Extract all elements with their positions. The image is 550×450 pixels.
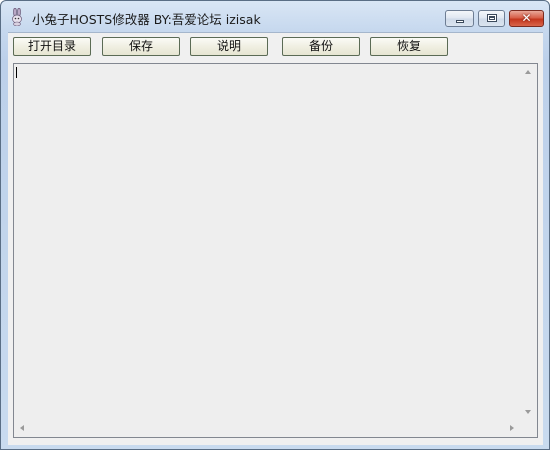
open-directory-button[interactable]: 打开目录: [13, 37, 91, 56]
window-title: 小兔子HOSTS修改器 BY:吾爱论坛 izisak: [32, 12, 261, 27]
scroll-right-icon[interactable]: [510, 425, 514, 431]
hosts-editor[interactable]: [13, 63, 538, 438]
backup-button[interactable]: 备份: [282, 37, 360, 56]
vertical-scrollbar[interactable]: [520, 64, 537, 420]
horizontal-scrollbar[interactable]: [14, 420, 520, 437]
scroll-up-icon[interactable]: [525, 70, 531, 74]
scrollbar-corner: [520, 420, 537, 437]
app-window: 小兔子HOSTS修改器 BY:吾爱论坛 izisak ✕ 打开目录 保存 说明 …: [0, 0, 550, 450]
help-button[interactable]: 说明: [190, 37, 268, 56]
scroll-left-icon[interactable]: [20, 425, 24, 431]
title-bar[interactable]: 小兔子HOSTS修改器 BY:吾爱论坛 izisak ✕: [1, 1, 549, 31]
minimize-button[interactable]: [445, 10, 474, 27]
restore-button[interactable]: 恢复: [370, 37, 448, 56]
hosts-text-area[interactable]: [15, 65, 522, 421]
maximize-icon: [487, 14, 497, 22]
close-button[interactable]: ✕: [509, 10, 544, 27]
minimize-icon: [456, 20, 464, 23]
scroll-down-icon[interactable]: [525, 410, 531, 414]
save-button[interactable]: 保存: [102, 37, 180, 56]
text-caret: [16, 67, 17, 78]
maximize-button[interactable]: [478, 10, 505, 27]
close-icon: ✕: [521, 11, 532, 25]
rabbit-icon: [9, 7, 25, 27]
client-area: 打开目录 保存 说明 备份 恢复: [8, 32, 543, 445]
